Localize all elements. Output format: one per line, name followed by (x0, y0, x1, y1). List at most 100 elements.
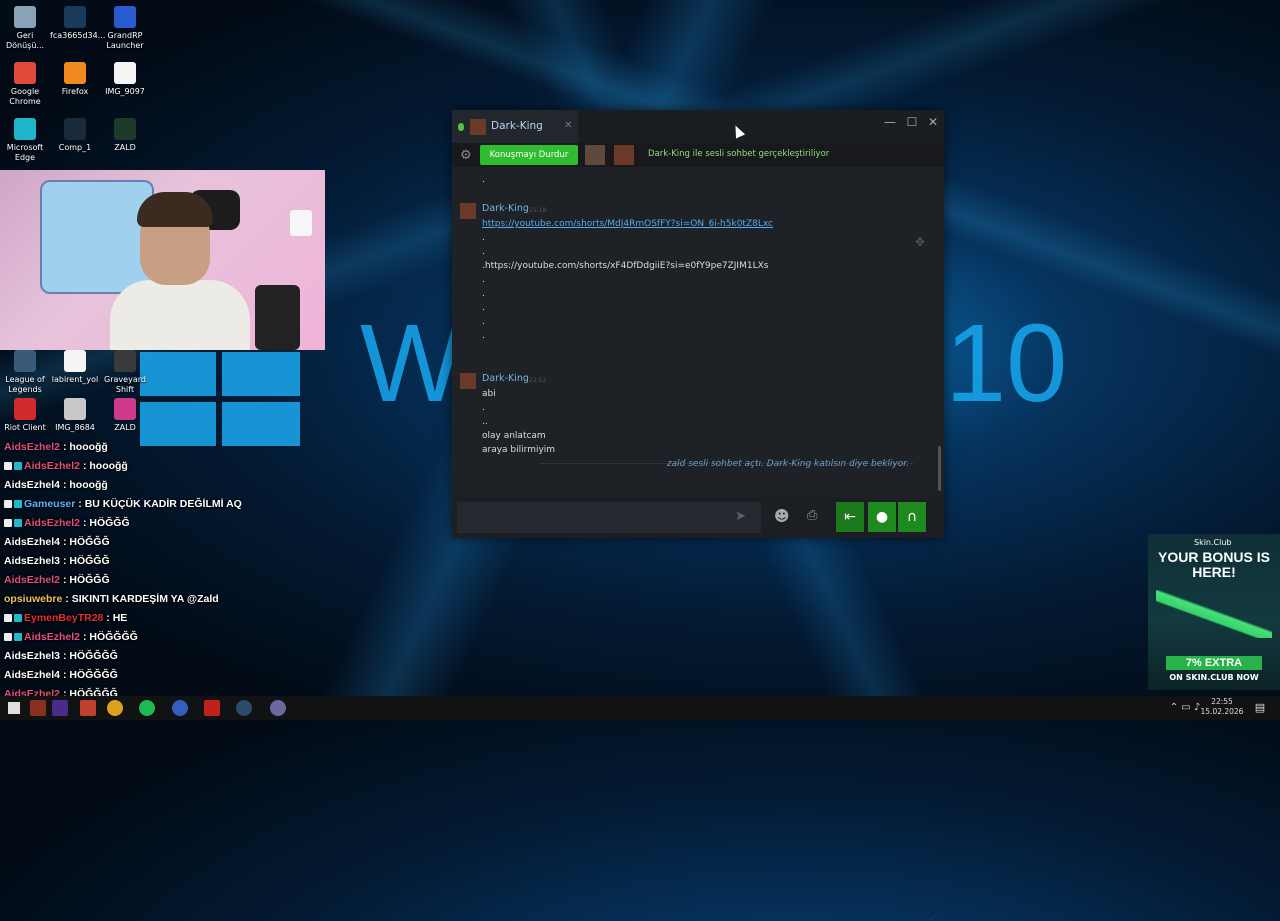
chat-username: AidsEzhel2 (4, 574, 61, 586)
desktop-icon-label: Geri Dönüşü... (5, 31, 45, 50)
clock-date: 15.02.2026 (1200, 707, 1244, 716)
gear-icon[interactable]: ⚙ (460, 148, 472, 163)
webcam-overlay (0, 170, 325, 350)
app-icon[interactable] (204, 700, 220, 716)
headset-icon[interactable]: ∩ (898, 502, 926, 532)
avatar (470, 119, 486, 135)
desktop-icon[interactable]: IMG_9097 (100, 62, 150, 97)
steam-icon[interactable] (236, 700, 252, 716)
avatar[interactable] (460, 373, 476, 389)
avatar[interactable] (585, 145, 605, 165)
chat-username: opsiuwebre (4, 593, 63, 605)
message-author[interactable]: Dark-King (482, 203, 529, 214)
desktop-icon[interactable]: labirent_yol (50, 350, 100, 385)
app-icon[interactable] (52, 700, 68, 716)
notification-icon[interactable]: ▤ (1252, 696, 1268, 720)
desktop-icon[interactable]: Geri Dönüşü... (0, 6, 50, 51)
desktop-icon[interactable]: fca3665d34... (50, 6, 105, 41)
app-icon[interactable] (172, 700, 188, 716)
stop-voice-button[interactable]: Konuşmayı Durdur (480, 145, 578, 165)
resize-grip-icon[interactable]: ⋰ (930, 911, 939, 921)
badge-icon (14, 519, 22, 528)
chat-line: AidsEzhel2 : hoooğğ (4, 438, 304, 457)
message-line: . (482, 275, 485, 285)
chat-line: AidsEzhel2 : HÖĞĞĞĞ (4, 628, 304, 647)
desktop-icon[interactable]: ZALD (100, 398, 150, 433)
chat-text: : HÖĞĞĞ (62, 574, 110, 586)
desktop-icon[interactable]: Firefox (50, 62, 100, 97)
chat-line: AidsEzhel4 : HÖĞĞĞĞ (4, 666, 304, 685)
app-icon[interactable] (30, 700, 46, 716)
desktop-icon[interactable]: Google Chrome (0, 62, 50, 107)
message-line: . (482, 175, 485, 185)
chat-line: Gameuser : BU KÜÇÜK KADİR DEĞİLMİ AQ (4, 495, 304, 514)
clock-time: 22:55 (1211, 697, 1233, 706)
desktop-icon[interactable]: Microsoft Edge (0, 118, 50, 163)
minimize-button[interactable]: — (882, 115, 898, 129)
badge-icon (4, 614, 12, 623)
chat-text: : HÖĞĞĞĞ (82, 631, 138, 643)
chat-text: : BU KÜÇÜK KADİR DEĞİLMİ AQ (78, 498, 242, 510)
skin-club-ad[interactable]: Skin.Club YOUR BONUS IS HERE! 7% EXTRA O… (1148, 534, 1280, 690)
windows-logo (140, 352, 300, 448)
pin-icon[interactable]: ✥ (915, 235, 925, 249)
microphone (255, 285, 300, 350)
message-line: abi (482, 389, 496, 399)
message-list[interactable]: . ✥ Dark-King 15:18 https://youtube.com/… (452, 167, 936, 497)
chat-line: EymenBeyTR28 : HE (4, 609, 304, 628)
desktop-icon[interactable]: ZALD (100, 118, 150, 153)
desktop-icon-label: GrandRP Launcher (106, 31, 144, 50)
message-line: araya bilirmiyim (482, 445, 556, 455)
voice-status: Dark-King ile sesli sohbet gerçekleştiri… (648, 149, 830, 159)
chat-text: : HE (106, 612, 128, 624)
message-input[interactable] (457, 502, 761, 533)
desktop-icon[interactable]: GrandRP Launcher (100, 6, 150, 51)
desktop-icon-label: IMG_8684 (55, 423, 95, 432)
start-icon[interactable] (8, 702, 20, 714)
close-tab-icon[interactable]: ✕ (564, 120, 572, 131)
chat-tab[interactable]: Dark-King ✕ (452, 110, 578, 143)
desktop-icon-label: Google Chrome (9, 87, 41, 106)
clock[interactable]: 22:55 15.02.2026 (1200, 696, 1244, 721)
close-button[interactable]: ✕ (925, 115, 941, 129)
attach-icon[interactable]: ⎙ (807, 508, 817, 523)
input-bar: ➤ ☻ ⎙ ⇤ ● ∩ ⋰ (452, 497, 944, 921)
message-line: olay anlatcam (482, 431, 546, 441)
send-icon[interactable]: ➤ (735, 509, 746, 524)
message-author[interactable]: Dark-King (482, 373, 529, 384)
scrollbar[interactable] (938, 446, 941, 491)
desktop-icon[interactable]: Graveyard Shift (100, 350, 150, 395)
mic-icon[interactable]: ● (868, 502, 896, 532)
app-icon[interactable] (80, 700, 96, 716)
spotify-icon[interactable] (139, 700, 155, 716)
emoji-icon[interactable]: ☻ (774, 507, 790, 525)
app-icon (114, 118, 136, 140)
chat-text: : hoooğğ (82, 460, 128, 472)
avatar[interactable] (460, 203, 476, 219)
desktop-icon-label: Comp_1 (58, 143, 92, 152)
chat-username: Gameuser (24, 498, 76, 510)
maximize-button[interactable]: ☐ (904, 115, 920, 129)
avatar[interactable] (614, 145, 634, 165)
chat-text: : HÖĞĞĞ (82, 517, 130, 529)
desktop-icon[interactable]: IMG_8684 (50, 398, 100, 433)
leave-voice-button[interactable]: ⇤ (836, 502, 864, 532)
desktop-icon[interactable]: League of Legends (0, 350, 50, 395)
badge-icon (4, 519, 12, 528)
chat-username: AidsEzhel3 (4, 555, 61, 567)
title-bar[interactable]: Dark-King ✕ — ☐ ✕ (452, 110, 944, 143)
stream-chat-overlay: AidsEzhel2 : hoooğğ AidsEzhel2 : hoooğğ Ai… (4, 438, 304, 704)
message-link[interactable]: https://youtube.com/shorts/MdJ4RmOSfFY?s… (482, 219, 773, 229)
chrome-icon[interactable] (107, 700, 123, 716)
rifle-image (1156, 590, 1272, 638)
badge-icon (14, 500, 22, 509)
app-icon[interactable] (270, 700, 286, 716)
chat-line: AidsEzhel2 : HÖĞĞĞ (4, 571, 304, 590)
app-icon (64, 62, 86, 84)
app-icon (14, 118, 36, 140)
desktop-icon[interactable]: Comp_1 (50, 118, 100, 153)
badge-icon (4, 500, 12, 509)
app-icon (114, 398, 136, 420)
desktop-icon[interactable]: Riot Client (0, 398, 50, 433)
message-line: .https://youtube.com/shorts/xF4DfDdgiiE?… (482, 261, 769, 271)
